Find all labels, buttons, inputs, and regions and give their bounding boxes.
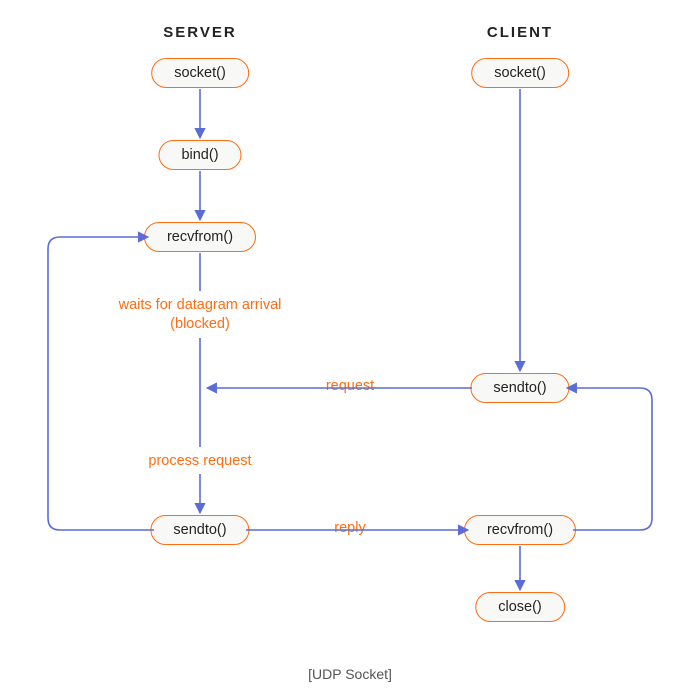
server-recvfrom-node: recvfrom() xyxy=(144,222,256,252)
client-socket-node: socket() xyxy=(471,58,569,88)
arrow-server-loop-back xyxy=(48,237,154,530)
diagram-caption: [UDP Socket] xyxy=(308,666,392,682)
client-close-node: close() xyxy=(475,592,565,622)
request-annotation: request xyxy=(326,378,374,394)
reply-annotation: reply xyxy=(334,520,365,536)
server-socket-node: socket() xyxy=(151,58,249,88)
client-heading: CLIENT xyxy=(487,24,553,41)
arrow-client-loop-back xyxy=(568,388,652,530)
flow-arrows xyxy=(0,0,700,700)
server-bind-node: bind() xyxy=(158,140,241,170)
client-recvfrom-node: recvfrom() xyxy=(464,515,576,545)
server-sendto-node: sendto() xyxy=(150,515,249,545)
waits-annotation-line1: waits for datagram arrival xyxy=(119,297,282,313)
server-heading: SERVER xyxy=(163,24,236,41)
waits-annotation-line2: (blocked) xyxy=(170,316,230,332)
client-sendto-node: sendto() xyxy=(470,373,569,403)
process-annotation: process request xyxy=(148,453,251,469)
